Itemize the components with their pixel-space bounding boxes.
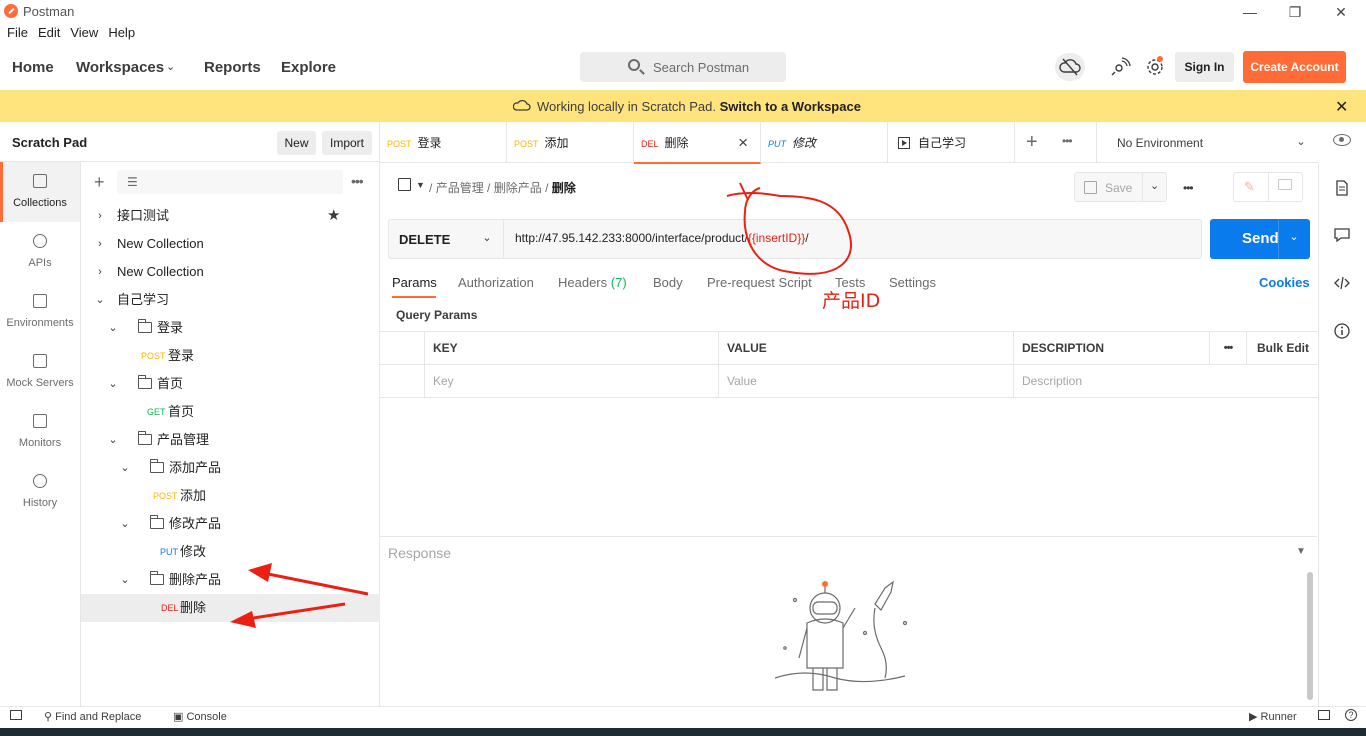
annotation-overlay [230,182,852,628]
annotation-label: 产品ID [822,290,881,312]
